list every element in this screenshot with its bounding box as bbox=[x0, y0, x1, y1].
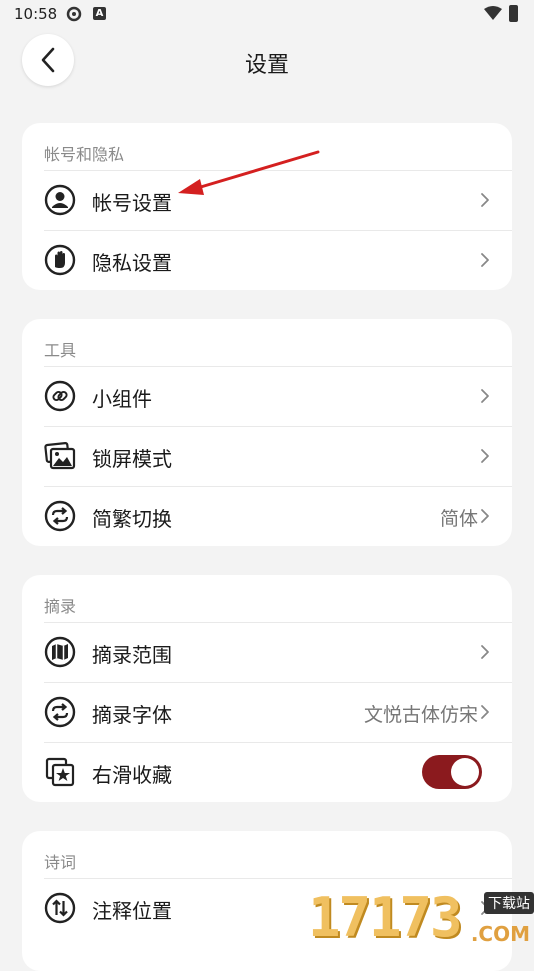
wifi-icon bbox=[484, 6, 502, 20]
divider bbox=[44, 486, 512, 487]
image-icon bbox=[44, 441, 76, 470]
app-notification-icon: A bbox=[93, 7, 106, 20]
row-label: 隐私设置 bbox=[92, 251, 172, 275]
divider bbox=[44, 878, 512, 879]
watermark-badge: 下载站 bbox=[484, 892, 534, 914]
status-bar: 10:58 A bbox=[0, 0, 534, 28]
chevron-right-icon bbox=[481, 389, 489, 403]
chevron-right-icon bbox=[481, 193, 489, 207]
watermark: 17173 下载站 .COM bbox=[308, 888, 534, 948]
divider bbox=[44, 426, 512, 427]
toggle-knob bbox=[451, 758, 479, 786]
section-tools: 工具 小组件 锁屏模式 简繁切换 简体 bbox=[22, 319, 512, 546]
settings-row-privacy[interactable]: 隐私设置 bbox=[22, 230, 512, 290]
chevron-right-icon bbox=[481, 253, 489, 267]
watermark-suffix: .COM bbox=[470, 922, 530, 946]
row-label: 小组件 bbox=[92, 387, 152, 411]
swipe-collect-toggle[interactable] bbox=[422, 755, 482, 789]
sync-icon bbox=[66, 6, 82, 22]
settings-row-simplified-traditional[interactable]: 简繁切换 简体 bbox=[22, 486, 512, 546]
divider bbox=[44, 682, 512, 683]
section-title: 帐号和隐私 bbox=[44, 145, 125, 164]
updown-icon bbox=[44, 892, 76, 924]
row-label: 简繁切换 bbox=[92, 507, 172, 531]
row-label: 锁屏模式 bbox=[92, 447, 172, 471]
section-title: 摘录 bbox=[44, 597, 77, 616]
hand-icon bbox=[44, 244, 76, 276]
row-label: 右滑收藏 bbox=[92, 763, 172, 787]
swap-icon bbox=[44, 500, 76, 532]
row-value: 文悦古体仿宋 bbox=[363, 704, 478, 726]
row-label: 注释位置 bbox=[92, 899, 172, 923]
section-title: 诗词 bbox=[44, 853, 77, 872]
row-value: 简体 bbox=[439, 508, 478, 530]
watermark-digits: 17173 bbox=[308, 886, 463, 949]
settings-row-lockscreen[interactable]: 锁屏模式 bbox=[22, 426, 512, 486]
map-icon bbox=[44, 636, 76, 668]
page-title: 设置 bbox=[244, 53, 289, 78]
account-icon bbox=[44, 184, 76, 216]
annotation-arrow-icon bbox=[178, 150, 320, 195]
section-title: 工具 bbox=[44, 341, 77, 360]
chevron-right-icon bbox=[481, 645, 489, 659]
battery-icon bbox=[509, 5, 518, 22]
star-collection-icon bbox=[45, 757, 75, 787]
divider bbox=[44, 366, 512, 367]
header: 设置 bbox=[0, 34, 534, 88]
link-icon bbox=[44, 380, 76, 412]
section-excerpt: 摘录 摘录范围 摘录字体 文悦古体仿宋 右滑收藏 bbox=[22, 575, 512, 802]
settings-row-excerpt-font[interactable]: 摘录字体 文悦古体仿宋 bbox=[22, 682, 512, 742]
divider bbox=[44, 230, 512, 231]
row-label: 摘录字体 bbox=[92, 703, 172, 727]
swap-icon bbox=[44, 696, 76, 728]
chevron-right-icon bbox=[481, 705, 489, 719]
settings-row-widget[interactable]: 小组件 bbox=[22, 366, 512, 426]
row-label: 摘录范围 bbox=[92, 643, 172, 667]
row-label: 帐号设置 bbox=[92, 191, 172, 215]
divider bbox=[44, 622, 512, 623]
settings-row-swipe-collect: 右滑收藏 bbox=[22, 742, 512, 802]
divider bbox=[44, 742, 512, 743]
settings-row-excerpt-range[interactable]: 摘录范围 bbox=[22, 622, 512, 682]
chevron-right-icon bbox=[481, 449, 489, 463]
chevron-right-icon bbox=[481, 509, 489, 523]
status-time: 10:58 bbox=[14, 5, 58, 23]
